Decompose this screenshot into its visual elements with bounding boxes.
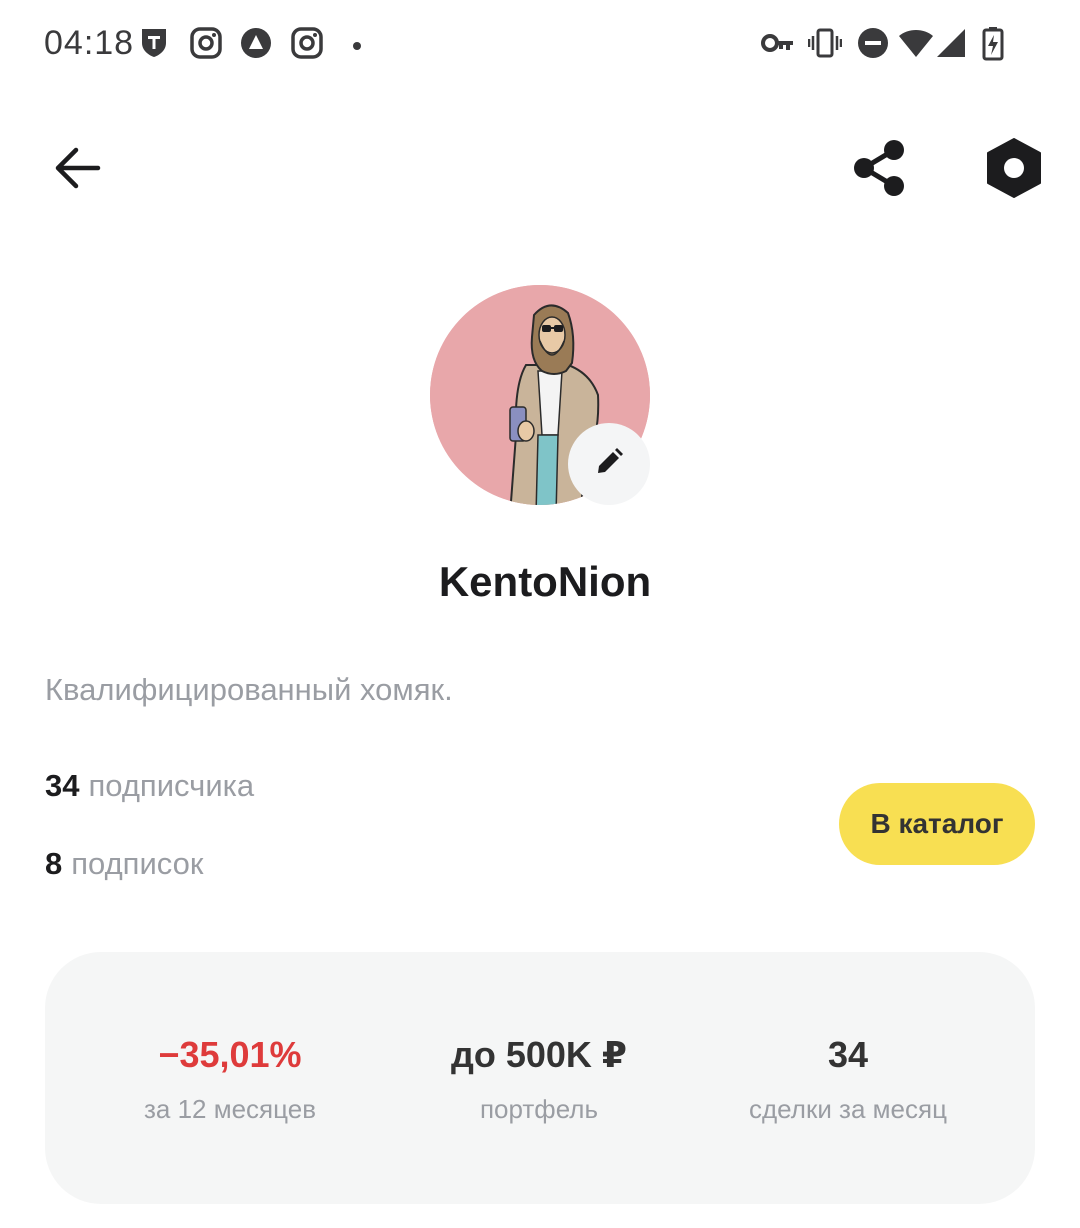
wifi-icon [898, 27, 934, 64]
followers-label: подписчика [88, 768, 255, 803]
vibrate-icon [807, 27, 843, 64]
share-icon [851, 139, 907, 202]
battery-charging-icon [982, 27, 1004, 66]
stat-portfolio-label: портфель [479, 1094, 599, 1124]
status-time: 04:18 [44, 24, 135, 62]
edit-avatar-button[interactable] [568, 423, 650, 505]
tinkoff-icon [140, 27, 168, 64]
settings-button[interactable] [978, 134, 1050, 206]
dot-icon [352, 38, 362, 56]
instagram-icon [291, 27, 323, 64]
pencil-icon [594, 447, 624, 482]
vpn-key-icon [761, 27, 795, 64]
hexagon-settings-icon [984, 137, 1044, 204]
following-label: подписок [71, 846, 204, 881]
following-link[interactable]: 8 подписок [45, 846, 203, 882]
stat-portfolio-value: до 500K ₽ [451, 1034, 627, 1075]
stat-deals: 34 сделки за месяц [688, 1034, 1008, 1125]
catalog-button[interactable]: В каталог [839, 783, 1035, 865]
stat-deals-value: 34 [827, 1034, 869, 1075]
instagram-icon [190, 27, 222, 64]
username: KentoNion [438, 558, 652, 605]
back-button[interactable] [41, 134, 113, 206]
stat-portfolio: до 500K ₽ портфель [379, 1034, 699, 1125]
stat-yield: −35,01% за 12 месяцев [70, 1034, 390, 1125]
arrow-left-icon [52, 145, 102, 196]
signal-icon [936, 27, 966, 64]
stat-deals-label: сделки за месяц [749, 1094, 947, 1124]
profile-bio: Квалифицированный хомяк. [45, 672, 453, 707]
status-bar: 04:18 [0, 0, 1080, 90]
stat-yield-value: −35,01% [158, 1034, 302, 1075]
followers-count: 34 [45, 768, 80, 803]
avatar-container [430, 285, 650, 505]
dnd-icon [857, 27, 889, 64]
followers-link[interactable]: 34 подписчика [45, 768, 254, 804]
stat-yield-label: за 12 месяцев [143, 1094, 317, 1124]
alice-icon [240, 27, 272, 64]
stats-card: −35,01% за 12 месяцев до 500K ₽ портфель… [45, 952, 1035, 1204]
share-button[interactable] [843, 134, 915, 206]
top-app-bar [0, 110, 1080, 220]
following-count: 8 [45, 846, 63, 881]
